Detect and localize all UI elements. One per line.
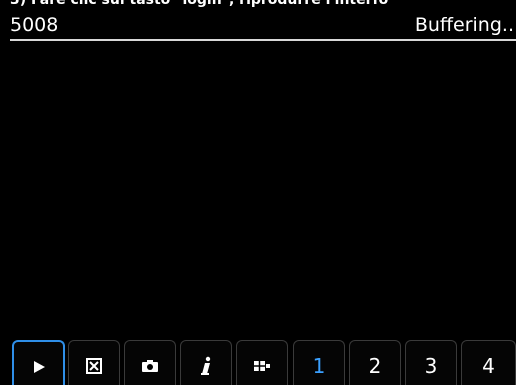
camera-icon — [142, 360, 158, 372]
channel-4-label: 4 — [482, 354, 495, 378]
play-button[interactable] — [12, 340, 65, 385]
channel-1-button[interactable]: 1 — [293, 340, 345, 385]
info-icon — [201, 356, 211, 375]
channel-2-button[interactable]: 2 — [349, 340, 401, 385]
layout-icon — [254, 361, 270, 371]
snapshot-button[interactable] — [124, 340, 176, 385]
stop-button[interactable] — [68, 340, 120, 385]
info-button[interactable] — [180, 340, 232, 385]
channel-3-label: 3 — [424, 354, 438, 378]
video-viewport[interactable] — [10, 42, 516, 337]
channel-3-button[interactable]: 3 — [405, 340, 457, 385]
layout-button[interactable] — [236, 340, 288, 385]
channel-1-label: 1 — [312, 354, 326, 378]
play-icon — [33, 360, 45, 373]
instruction-caption: 3) Fare clic sul tasto "login", riprodur… — [10, 0, 389, 8]
channel-id: 5008 — [10, 14, 59, 36]
close-box-icon — [86, 358, 102, 374]
channel-4-button[interactable]: 4 — [461, 340, 516, 385]
player-toolbar: 1 2 3 4 — [10, 338, 516, 385]
player-screen: 3) Fare clic sul tasto "login", riprodur… — [0, 0, 516, 385]
channel-2-label: 2 — [368, 354, 382, 378]
buffering-status: Buffering.. — [414, 14, 514, 36]
status-bar: 5008 Buffering.. — [10, 11, 516, 41]
